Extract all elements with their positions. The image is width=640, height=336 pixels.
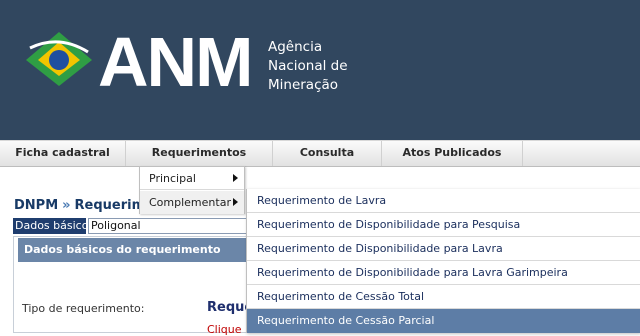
agency-name: Agência Nacional de Mineração [268, 38, 348, 95]
tab-dados-basicos[interactable]: Dados básicos [13, 218, 94, 234]
breadcrumb-separator: » [62, 198, 71, 213]
submenu-item-cessao-parcial[interactable]: Requerimento de Cessão Parcial [247, 309, 640, 333]
anm-logo-text: ANM [98, 23, 253, 101]
nav-consulta[interactable]: Consulta [273, 141, 382, 166]
breadcrumb: DNPM » Requerim [14, 198, 145, 213]
nav-ficha-cadastral[interactable]: Ficha cadastral [0, 141, 126, 166]
breadcrumb-current: Requerim [74, 198, 146, 213]
tab-poligonal[interactable]: Poligonal [88, 218, 248, 234]
agency-name-line-2: Nacional de [268, 58, 348, 74]
nav-atos-publicados[interactable]: Atos Publicados [382, 141, 523, 166]
nav-requerimentos[interactable]: Requerimentos [126, 141, 273, 166]
agency-name-line-3: Mineração [268, 77, 339, 93]
submenu-item-disp-lavra-garimpeira[interactable]: Requerimento de Disponibilidade para Lav… [247, 261, 640, 285]
submenu-item-lavra[interactable]: Requerimento de Lavra [247, 189, 640, 213]
field-label-tipo: Tipo de requerimento: [22, 302, 145, 315]
clique-link[interactable]: Clique [207, 323, 242, 336]
requerimentos-dropdown: Principal Complementar [139, 166, 245, 214]
submenu-item-cessao-total[interactable]: Requerimento de Cessão Total [247, 285, 640, 309]
dropdown-item-label: Principal [149, 172, 196, 185]
site-header: ANM Agência Nacional de Mineração [0, 0, 640, 140]
dropdown-item-principal[interactable]: Principal [140, 167, 244, 190]
complementar-submenu: Requerimento de Lavra Requerimento de Di… [246, 189, 640, 333]
breadcrumb-root[interactable]: DNPM [14, 198, 58, 213]
anm-logo-icon [26, 32, 92, 86]
dropdown-item-complementar[interactable]: Complementar [140, 191, 244, 214]
agency-name-line-1: Agência [268, 39, 323, 55]
main-nav: Ficha cadastral Requerimentos Consulta A… [0, 140, 640, 167]
chevron-right-icon [233, 174, 238, 182]
submenu-item-disp-lavra[interactable]: Requerimento de Disponibilidade para Lav… [247, 237, 640, 261]
submenu-item-disp-pesquisa[interactable]: Requerimento de Disponibilidade para Pes… [247, 213, 640, 237]
dropdown-item-label: Complementar [149, 196, 231, 209]
chevron-right-icon [233, 198, 238, 206]
